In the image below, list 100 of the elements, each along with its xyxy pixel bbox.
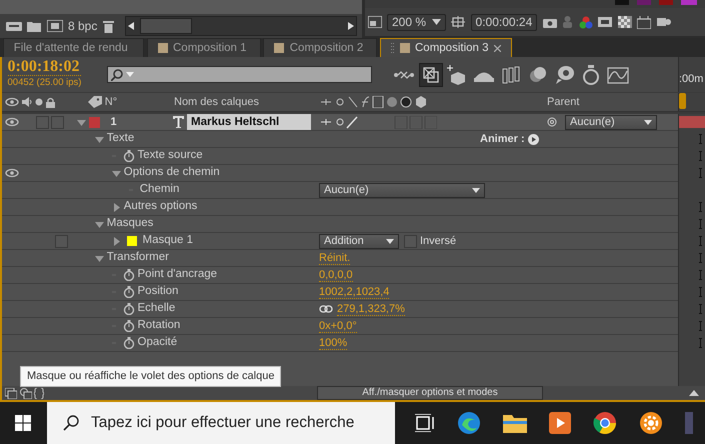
grip-icon[interactable] bbox=[391, 43, 394, 53]
caret-icon[interactable] bbox=[112, 202, 121, 212]
stopwatch-icon[interactable] bbox=[122, 320, 135, 332]
taskbar-search-field[interactable]: Tapez ici pour effectuer une recherche bbox=[47, 402, 395, 444]
frame-count: 00452 (25.00 ips) bbox=[8, 74, 82, 90]
caret-icon[interactable] bbox=[112, 236, 121, 246]
eye-icon[interactable] bbox=[4, 117, 19, 127]
braces-icon[interactable] bbox=[34, 388, 44, 398]
property-label: Transformer bbox=[106, 250, 169, 266]
keyframe-bracket-icon bbox=[699, 287, 702, 297]
stopwatch-icon[interactable] bbox=[122, 150, 135, 162]
stopwatch-icon[interactable] bbox=[122, 286, 135, 298]
column-header[interactable]: Parent bbox=[547, 94, 580, 110]
property-value[interactable]: 0,0,0,0 bbox=[319, 268, 353, 282]
composition-icon[interactable] bbox=[46, 20, 62, 32]
play-icon[interactable] bbox=[528, 134, 539, 144]
search-field[interactable] bbox=[107, 66, 372, 83]
stopwatch-icon[interactable] bbox=[122, 337, 135, 349]
guides-icon[interactable] bbox=[637, 16, 652, 28]
caret-icon[interactable] bbox=[112, 168, 121, 178]
keyframe-bracket-icon bbox=[699, 151, 702, 161]
eye-icon[interactable] bbox=[4, 97, 19, 107]
caret-icon[interactable] bbox=[95, 254, 104, 262]
layer-switches-icon[interactable] bbox=[319, 116, 437, 128]
label-tag-icon[interactable] bbox=[88, 96, 102, 108]
tab[interactable]: File d'attente de rendu bbox=[2, 38, 144, 57]
eye-icon[interactable] bbox=[4, 168, 19, 178]
property-label[interactable]: Masque 1 bbox=[142, 232, 194, 250]
collapse-icon[interactable] bbox=[689, 390, 699, 396]
lock-toggle[interactable] bbox=[51, 116, 64, 128]
parent-dropdown[interactable]: Aucun(e) bbox=[565, 114, 657, 130]
property-value[interactable]: 279,1,323,7% bbox=[337, 302, 405, 316]
pick-whip-icon[interactable] bbox=[547, 117, 557, 127]
property-value[interactable]: 0x+0,0° bbox=[319, 320, 357, 332]
work-area-handle-icon[interactable] bbox=[679, 93, 686, 109]
lock-icon[interactable] bbox=[46, 96, 55, 108]
browser-wave-icon[interactable] bbox=[457, 411, 481, 435]
trash-icon[interactable] bbox=[102, 20, 114, 32]
label-color-swatch[interactable] bbox=[88, 116, 100, 128]
color-channels-icon[interactable] bbox=[578, 16, 593, 28]
keyframe-bracket-icon bbox=[699, 321, 702, 331]
windows-logo-icon[interactable] bbox=[15, 415, 31, 431]
close-icon[interactable] bbox=[494, 44, 502, 52]
tab[interactable]: Composition 3 bbox=[380, 38, 512, 57]
resolution-icon[interactable] bbox=[451, 16, 466, 28]
mask-color-swatch[interactable] bbox=[126, 236, 137, 246]
zoom-dropdown[interactable]: 200 % bbox=[387, 14, 446, 30]
folder-icon[interactable] bbox=[27, 20, 41, 32]
transfer-controls-icon[interactable] bbox=[20, 388, 32, 398]
mask-view-icon[interactable] bbox=[598, 17, 612, 27]
property-label[interactable]: Point d'ancrage bbox=[138, 266, 218, 284]
caret-icon[interactable] bbox=[95, 134, 104, 144]
animate-label[interactable]: Animer : bbox=[480, 130, 525, 148]
layer-name-field[interactable]: Markus Heltschl bbox=[187, 114, 311, 130]
layer-switches-toggle-icon[interactable] bbox=[4, 388, 17, 398]
caret-down-icon bbox=[126, 72, 134, 77]
camera-icon[interactable] bbox=[542, 16, 557, 28]
path-dropdown[interactable]: Aucun(e) bbox=[319, 182, 485, 198]
scrollbar[interactable] bbox=[125, 16, 356, 36]
audio-toggle[interactable] bbox=[36, 116, 48, 128]
gear-app-icon[interactable] bbox=[639, 411, 663, 435]
mask-lock-toggle[interactable] bbox=[54, 234, 68, 248]
bit-depth-label[interactable]: 8 bpc bbox=[68, 17, 98, 35]
link-icon[interactable] bbox=[319, 305, 333, 313]
stopwatch-icon[interactable] bbox=[122, 303, 135, 315]
invert-checkbox[interactable] bbox=[404, 234, 417, 248]
folder-icon[interactable] bbox=[503, 413, 527, 433]
column-header[interactable]: Nom des calques bbox=[174, 94, 319, 110]
current-time[interactable]: 0:00:18:02 bbox=[8, 58, 107, 75]
timecode-field[interactable]: 0:00:00:24 bbox=[470, 14, 538, 30]
solo-icon[interactable] bbox=[35, 98, 44, 106]
toggle-switches-button[interactable]: Aff./masquer options et modes bbox=[317, 386, 543, 400]
keyframe-bracket-icon bbox=[699, 304, 702, 314]
views-icon[interactable] bbox=[656, 16, 671, 28]
round-browser-icon[interactable] bbox=[593, 411, 617, 435]
tab[interactable]: Composition 2 bbox=[263, 38, 378, 57]
transparency-grid-icon[interactable] bbox=[618, 16, 632, 28]
render-queue-icon[interactable] bbox=[6, 20, 22, 32]
column-header[interactable]: N° bbox=[104, 94, 118, 110]
speaker-icon[interactable] bbox=[22, 97, 32, 107]
property-label[interactable]: Texte source bbox=[138, 147, 203, 165]
reset-link[interactable]: Réinit. bbox=[319, 252, 350, 264]
scroll-left-icon[interactable] bbox=[126, 21, 136, 31]
task-view-icon[interactable] bbox=[415, 414, 435, 432]
region-icon[interactable] bbox=[368, 16, 382, 28]
property-label[interactable]: Chemin bbox=[140, 181, 180, 199]
property-value[interactable]: 1002,2,1023,4 bbox=[319, 286, 390, 298]
media-player-icon[interactable] bbox=[549, 412, 571, 434]
property-label[interactable]: Opacité bbox=[138, 334, 178, 352]
caret-icon[interactable] bbox=[95, 220, 104, 228]
property-label[interactable]: Echelle bbox=[138, 300, 176, 318]
composition-swatch-icon bbox=[400, 43, 410, 53]
tab[interactable]: Composition 1 bbox=[146, 38, 260, 57]
caret-icon[interactable] bbox=[77, 118, 86, 126]
property-label[interactable]: Rotation bbox=[138, 317, 180, 335]
mask-mode-dropdown[interactable]: Addition bbox=[319, 234, 399, 248]
stopwatch-icon[interactable] bbox=[122, 269, 135, 281]
scroll-right-icon[interactable] bbox=[346, 21, 356, 31]
property-label[interactable]: Position bbox=[138, 283, 178, 301]
property-value[interactable]: 100% bbox=[319, 336, 348, 350]
